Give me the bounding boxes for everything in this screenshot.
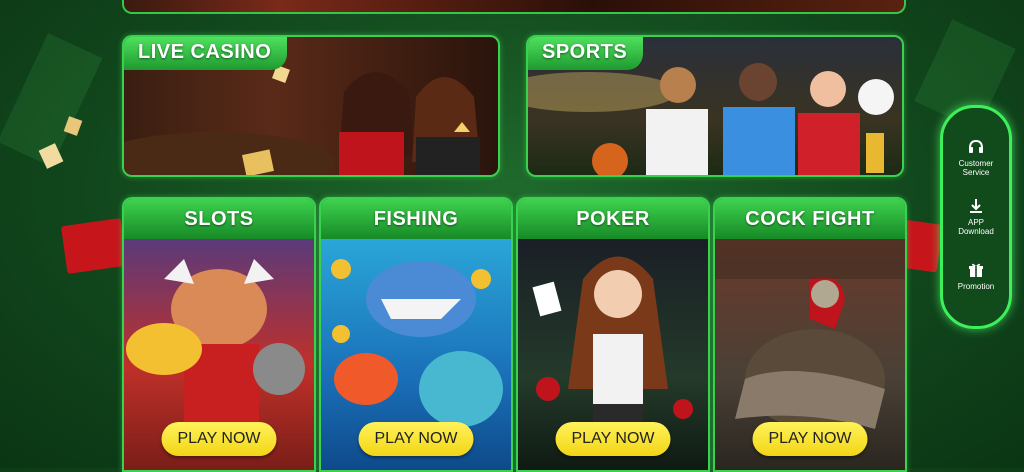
floating-sidebar: Customer Service APP Download Promotion: [940, 105, 1012, 329]
customer-service-label-line1: Customer: [958, 159, 994, 168]
cock-fight-title: COCK FIGHT: [715, 199, 905, 239]
promotion-label: Promotion: [957, 282, 995, 291]
live-casino-banner[interactable]: LIVE CASINO: [122, 35, 500, 177]
cock-fight-card[interactable]: COCK FIGHT PLAY NOW: [713, 197, 907, 472]
fishing-card[interactable]: FISHING PLAY NOW: [319, 197, 513, 472]
slots-card[interactable]: SLOTS PLAY NOW: [122, 197, 316, 472]
poker-play-now-button[interactable]: PLAY NOW: [555, 422, 671, 456]
gift-icon: [969, 263, 983, 277]
fishing-title: FISHING: [321, 199, 511, 239]
headset-icon: [969, 139, 983, 153]
top-banner-strip[interactable]: [122, 0, 906, 14]
app-download-label-line1: APP: [967, 218, 984, 227]
sports-label: SPORTS: [528, 37, 644, 70]
customer-service-button[interactable]: Customer Service: [943, 138, 1009, 177]
app-download-label-line2: Download: [958, 227, 994, 236]
app-download-button[interactable]: APP Download: [943, 197, 1009, 236]
slots-play-now-button[interactable]: PLAY NOW: [161, 422, 277, 456]
download-icon: [970, 199, 982, 213]
promotion-button[interactable]: Promotion: [943, 261, 1009, 291]
live-casino-label: LIVE CASINO: [124, 37, 288, 70]
cock-fight-play-now-button[interactable]: PLAY NOW: [752, 422, 868, 456]
customer-service-label-line2: Service: [962, 168, 990, 177]
red-envelope-decoration: [60, 218, 128, 274]
poker-card[interactable]: POKER PLAY NOW: [516, 197, 710, 472]
slots-title: SLOTS: [124, 199, 314, 239]
poker-title: POKER: [518, 199, 708, 239]
sports-banner[interactable]: SPORTS: [526, 35, 904, 177]
fishing-play-now-button[interactable]: PLAY NOW: [358, 422, 474, 456]
